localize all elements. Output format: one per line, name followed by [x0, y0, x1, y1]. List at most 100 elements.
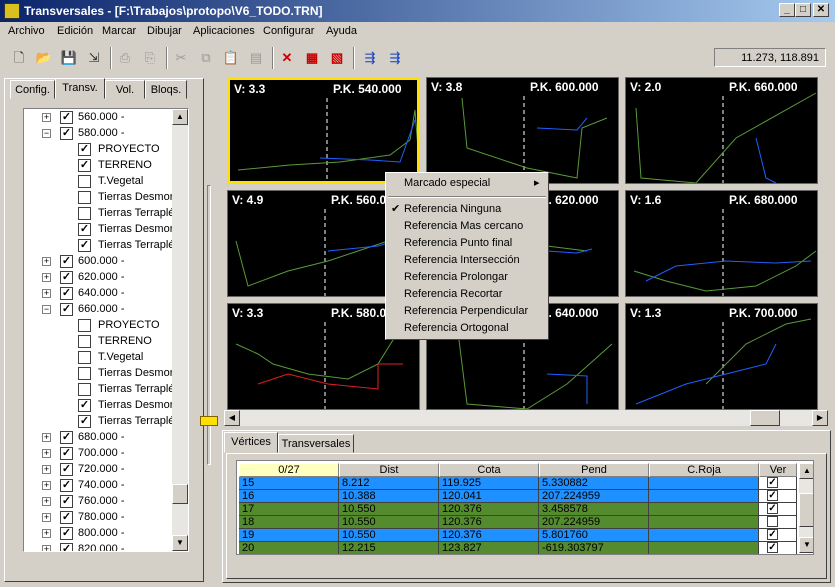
cross-section-panel[interactable]: V: 3.3 P.K. 540.000 [227, 77, 420, 184]
tree-item[interactable]: Tierras Terraplé [24, 381, 174, 397]
grid-column-header[interactable]: Pend [539, 463, 649, 477]
menu-marcar[interactable]: Marcar [102, 25, 136, 37]
context-menu-item[interactable]: ✔ Referencia Ninguna [386, 201, 546, 218]
expand-toggle-icon[interactable]: + [42, 529, 51, 538]
tree-checkbox[interactable]: ✓ [60, 543, 73, 551]
tree-checkbox[interactable]: ✓ [60, 431, 73, 444]
print-icon[interactable]: ⎙ [114, 47, 136, 69]
tree-item[interactable]: T.Vegetal [24, 173, 172, 189]
expand-toggle-icon[interactable]: + [42, 113, 51, 122]
hscroll-thumb[interactable] [750, 410, 780, 426]
tab-transv[interactable]: Transv. [55, 78, 105, 99]
visible-checkbox[interactable]: ✓ [767, 542, 778, 553]
table-cell[interactable]: 3.458578 [539, 503, 649, 516]
table-row[interactable]: 16 10.388 120.041 207.224959 ✓ [239, 490, 799, 503]
tree-checkbox[interactable]: ✓ [60, 111, 73, 124]
tree-checkbox[interactable]: ✓ [78, 399, 91, 412]
tree-item[interactable]: + ✓ 720.000 - [24, 461, 172, 477]
tree-scrollbar[interactable]: ▲ ▼ [172, 109, 188, 551]
grid-column-header[interactable]: Cota [439, 463, 539, 477]
tree-item[interactable]: + ✓ 760.000 - [24, 493, 172, 509]
tree-item[interactable]: Tierras Desmor [24, 189, 173, 205]
context-menu-item[interactable]: Referencia Intersección [386, 252, 546, 269]
context-menu-item[interactable]: Referencia Recortar [386, 286, 546, 303]
table-cell[interactable]: 119.925 [439, 477, 539, 490]
expand-toggle-icon[interactable]: + [42, 273, 51, 282]
tree-checkbox[interactable]: ✓ [60, 255, 73, 268]
tree-item[interactable]: + ✓ 680.000 - [24, 429, 172, 445]
table-cell[interactable]: 120.376 [439, 529, 539, 542]
tree-checkbox[interactable]: ✓ [78, 159, 91, 172]
tree-checkbox[interactable] [78, 207, 91, 220]
table-cell[interactable] [649, 503, 759, 516]
menu-aplicaciones[interactable]: Aplicaciones [193, 25, 255, 37]
menu-marcado-especial[interactable]: Marcado especial ▸ [386, 175, 546, 192]
table-cell[interactable]: 20 [239, 542, 339, 554]
table-cell[interactable]: 5.801760 [539, 529, 649, 542]
table-cell[interactable]: 120.376 [439, 503, 539, 516]
tree-item[interactable]: ✓ Tierras Terraplé [24, 237, 174, 253]
tree-item[interactable]: − ✓ 580.000 - [24, 125, 172, 141]
tree-checkbox[interactable]: ✓ [78, 223, 91, 236]
cut-icon[interactable]: ✂ [170, 47, 192, 69]
expand-toggle-icon[interactable]: + [42, 257, 51, 266]
table-cell[interactable]: 10.550 [339, 516, 439, 529]
tree-checkbox[interactable]: ✓ [60, 527, 73, 540]
tree-checkbox[interactable]: ✓ [60, 463, 73, 476]
tree-checkbox[interactable]: ✓ [60, 447, 73, 460]
table-row[interactable]: 17 10.550 120.376 3.458578 ✓ [239, 503, 799, 516]
tree-item[interactable]: + ✓ 600.000 - [24, 253, 172, 269]
table-cell[interactable]: 120.041 [439, 490, 539, 503]
tree-item[interactable]: + ✓ 820.000 - [24, 541, 172, 551]
paste-special-icon[interactable]: ▤ [245, 47, 267, 69]
tree-item[interactable]: ✓ TERRENO [24, 157, 172, 173]
scroll-thumb[interactable] [172, 484, 188, 504]
tree-item[interactable]: + ✓ 620.000 - [24, 269, 172, 285]
table-cell[interactable]: 19 [239, 529, 339, 542]
tree-item[interactable]: + ✓ 700.000 - [24, 445, 172, 461]
import-section-icon[interactable]: ⇶ [359, 47, 381, 69]
context-menu-item[interactable]: Referencia Ortogonal [386, 320, 546, 337]
grid-column-header[interactable]: C.Roja [649, 463, 759, 477]
print-preview-icon[interactable]: ⎘ [139, 47, 161, 69]
table-row[interactable]: 20 12.215 123.827 -619.303797 ✓ [239, 542, 799, 554]
save-icon[interactable]: 💾 [58, 47, 80, 69]
table-cell[interactable]: 16 [239, 490, 339, 503]
maximize-button[interactable]: □ [795, 3, 811, 17]
tree-checkbox[interactable]: ✓ [60, 495, 73, 508]
menu-archivo[interactable]: Archivo [8, 25, 45, 37]
table-cell[interactable]: 8.212 [339, 477, 439, 490]
table-row[interactable]: 19 10.550 120.376 5.801760 ✓ [239, 529, 799, 542]
visible-checkbox[interactable]: ✓ [767, 503, 778, 514]
tree-item[interactable]: + ✓ 780.000 - [24, 509, 172, 525]
context-menu-item[interactable]: Referencia Mas cercano [386, 218, 546, 235]
tree-item[interactable]: TERRENO [24, 333, 172, 349]
expand-toggle-icon[interactable]: + [42, 465, 51, 474]
visible-checkbox[interactable]: ✓ [767, 490, 778, 501]
table-cell[interactable]: 207.224959 [539, 516, 649, 529]
expand-toggle-icon[interactable]: + [42, 481, 51, 490]
tree-checkbox[interactable] [78, 335, 91, 348]
tree-item[interactable]: ✓ Tierras Desmor [24, 221, 173, 237]
table-cell[interactable] [649, 477, 759, 490]
menu-configurar[interactable]: Configurar [263, 25, 314, 37]
tree-item[interactable]: Tierras Terraplé [24, 205, 174, 221]
tree-checkbox[interactable]: ✓ [60, 511, 73, 524]
tree-item[interactable]: Tierras Desmor [24, 365, 173, 381]
scroll-up-icon[interactable]: ▲ [172, 109, 188, 125]
tree-item[interactable]: ✓ Tierras Desmor [24, 397, 173, 413]
grid-scroll-down-icon[interactable]: ▼ [799, 537, 813, 553]
table-cell[interactable]: 123.827 [439, 542, 539, 554]
context-menu-item[interactable]: Referencia Perpendicular [386, 303, 546, 320]
table-cell[interactable]: 10.550 [339, 503, 439, 516]
tree-item[interactable]: PROYECTO [24, 317, 172, 333]
menu-edicion[interactable]: Edición [57, 25, 93, 37]
tree-checkbox[interactable]: ✓ [78, 143, 91, 156]
tab-config[interactable]: Config. [10, 80, 55, 99]
minimize-button[interactable]: _ [779, 3, 795, 17]
grid-scrollbar[interactable]: ▲ ▼ [799, 463, 813, 553]
tree-checkbox[interactable]: ✓ [60, 287, 73, 300]
tree-checkbox[interactable]: ✓ [78, 239, 91, 252]
tree-item[interactable]: + ✓ 560.000 - [24, 109, 172, 125]
expand-toggle-icon[interactable]: + [42, 449, 51, 458]
